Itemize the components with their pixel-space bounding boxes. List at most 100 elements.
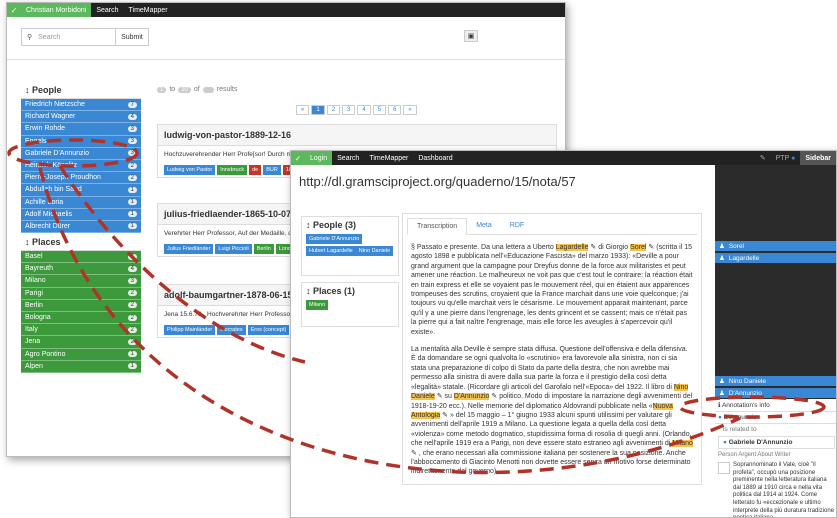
nav-login[interactable]: Login	[305, 151, 333, 165]
highlight-nuova-antologia[interactable]: Nuova Antologia	[411, 402, 673, 419]
sidebar-bar-nino-daniele[interactable]: ♟ Nino Daniele	[715, 376, 836, 386]
people-facet-name: Achille Loria	[25, 198, 64, 206]
person-tag[interactable]: Gabriele D'Annunzio	[306, 234, 363, 244]
places-facet-item[interactable]: Italy 2	[21, 324, 141, 337]
sort-icon: ↕	[306, 220, 311, 230]
status-dot-icon: ●	[791, 154, 796, 162]
places-facet-name: Milano	[25, 277, 46, 285]
sidebar-bar-lagardelle[interactable]: ♟ Lagardelle	[715, 253, 836, 263]
dot-icon: ●	[718, 414, 722, 421]
highlight-sorel[interactable]: Sorel	[630, 244, 647, 251]
page-link[interactable]: 2	[326, 105, 341, 115]
places-facet-item[interactable]: Berlin 2	[21, 299, 141, 312]
places-facet-item[interactable]: Bologna 2	[21, 311, 141, 325]
places-facet: ↕ Places Basel 4 Bayreuth 4 Milano 3 Parigi 2 Be…	[21, 234, 141, 373]
places-facet-item[interactable]: Basel 4	[21, 251, 141, 264]
people-facet-item[interactable]: Engels 3	[21, 135, 141, 148]
nav-ptp[interactable]: PTP ●	[771, 155, 801, 162]
highlight-lagardelle[interactable]: Lagardelle	[555, 244, 589, 251]
page-link[interactable]: 5	[372, 105, 387, 115]
nav-timemapper[interactable]: TimeMapper	[124, 7, 173, 14]
places-facet-item[interactable]: Milano 3	[21, 275, 141, 288]
places-facet-item[interactable]: Alpen 1	[21, 360, 141, 373]
people-facet-count: 3	[127, 138, 137, 145]
info-icon: ℹ	[718, 402, 721, 409]
place-tag[interactable]: Milano	[306, 300, 329, 310]
result-tag[interactable]: Luigi Piccioli	[215, 244, 252, 254]
places-facet-item[interactable]: Bayreuth 4	[21, 263, 141, 276]
search-input[interactable]: ⚲ Search	[21, 28, 116, 46]
people-facet-item[interactable]: Achille Loria 1	[21, 196, 141, 209]
relation-label: is related to	[723, 426, 757, 433]
page-link[interactable]: 4	[357, 105, 371, 115]
result-tag[interactable]: Isocrates	[217, 325, 246, 335]
nav-search[interactable]: Search	[332, 155, 364, 162]
page-link[interactable]: »	[403, 105, 417, 115]
people-facet-count: 3	[127, 125, 137, 132]
page-link[interactable]: «	[296, 105, 310, 115]
places-facet-count: 4	[127, 253, 137, 260]
result-tag[interactable]: Julius Friedländer	[164, 244, 214, 254]
highlight-milano[interactable]: Milano	[672, 440, 693, 448]
people-facet-name: Abdullah bin Saud	[25, 186, 82, 194]
nav-timemapper[interactable]: TimeMapper	[364, 155, 413, 162]
places-facet-count: 2	[127, 338, 137, 345]
back-navbar: ✓ Christian Morbidoni Search TimeMapper	[7, 3, 565, 17]
places-facet-item[interactable]: Parigi 2	[21, 287, 141, 300]
people-facet-item[interactable]: Abdullah bin Saud 1	[21, 184, 141, 197]
nav-user[interactable]: Christian Morbidoni	[21, 3, 92, 17]
people-facet-item[interactable]: Richard Wagner 4	[21, 111, 141, 124]
pencil-icon[interactable]: ✎	[755, 154, 771, 162]
annotation-info-header[interactable]: ℹ Annotation's info	[715, 399, 836, 412]
tab-transcription[interactable]: Transcription	[407, 218, 468, 235]
people-facet-item[interactable]: Heinrich Köselitz 2	[21, 159, 141, 173]
places-facet-count: 2	[127, 290, 137, 297]
highlight-nino-daniele[interactable]: Nino Daniele	[411, 383, 689, 401]
page-link[interactable]: 1	[311, 105, 325, 115]
tab-rdf[interactable]: RDF	[501, 218, 533, 234]
places-facet-count: 2	[127, 326, 137, 333]
result-tag[interactable]: Philipp Mainländer	[164, 325, 216, 335]
people-title: People	[32, 85, 62, 95]
people-facet-name: Erwin Rohde	[25, 125, 66, 133]
sidebar-bar-dannunzio[interactable]: ♟ D'Annunzio	[715, 388, 836, 398]
view-toggle-button[interactable]: ▣	[464, 30, 478, 42]
person-tag[interactable]: Hubert Lagardelle	[306, 246, 356, 256]
people-facet-item[interactable]: Gabriele D'Annunzio 3	[21, 147, 141, 160]
people-facet-item[interactable]: Pierre-Joseph Proudhon 2	[21, 172, 141, 185]
page-link[interactable]: 6	[388, 105, 402, 115]
result-tag[interactable]: BUR	[263, 165, 281, 175]
people-facet-item[interactable]: Erwin Rohde 3	[21, 123, 141, 136]
front-window: ✓ Login Search TimeMapper Dashboard ✎ PT…	[290, 150, 837, 518]
people-facet-name: Gabriele D'Annunzio	[25, 149, 89, 157]
result-tag[interactable]: Eros (concept)	[247, 325, 290, 335]
related-entity[interactable]: ● Gabriele D'Annunzio	[718, 436, 835, 449]
people-facet-item[interactable]: Friedrich Nietzsche 7	[21, 99, 141, 112]
image-placeholder-icon	[718, 462, 730, 474]
tab-meta[interactable]: Meta	[467, 218, 501, 234]
places-facet-name: Bayreuth	[25, 265, 54, 273]
highlight-dannunzio[interactable]: D'Annunzio	[453, 393, 490, 401]
people-facet: ↕ People Friedrich Nietzsche 7 Richard Wag…	[21, 82, 141, 234]
result-tag[interactable]: de	[249, 165, 262, 175]
page-link[interactable]: 3	[342, 105, 356, 115]
result-tag[interactable]: Berlin	[253, 244, 274, 254]
nav-sidebar[interactable]: Sidebar	[800, 151, 836, 165]
nav-search[interactable]: Search	[91, 7, 123, 14]
places-facet-item[interactable]: Agro Pontino 1	[21, 348, 141, 361]
sidebar-bar-sorel[interactable]: ♟ Sorel	[715, 241, 836, 251]
result-title[interactable]: ludwig-von-pastor-1889-12-16	[158, 125, 556, 146]
result-tag[interactable]: Innsbruck	[217, 165, 248, 175]
people-facet-name: Friedrich Nietzsche	[25, 101, 85, 109]
people-facet-name: Richard Wagner	[25, 113, 76, 121]
person-tag[interactable]: Nino Daniele	[355, 246, 394, 256]
result-tag[interactable]: Ludwig von Pastor	[164, 165, 216, 175]
pagination: «1 2 3 4 5 6»	[296, 105, 417, 115]
submit-button[interactable]: Submit	[116, 28, 149, 46]
note-panel: Transcription Meta RDF § Passato e present…	[402, 213, 702, 485]
places-facet-item[interactable]: Jena 2	[21, 336, 141, 349]
nav-dashboard[interactable]: Dashboard	[413, 155, 457, 162]
people-facet-item[interactable]: Albrecht Dürer 1	[21, 220, 141, 234]
people-facet-item[interactable]: Adolf Michaelis 1	[21, 208, 141, 221]
user-icon: ♟	[719, 243, 725, 250]
